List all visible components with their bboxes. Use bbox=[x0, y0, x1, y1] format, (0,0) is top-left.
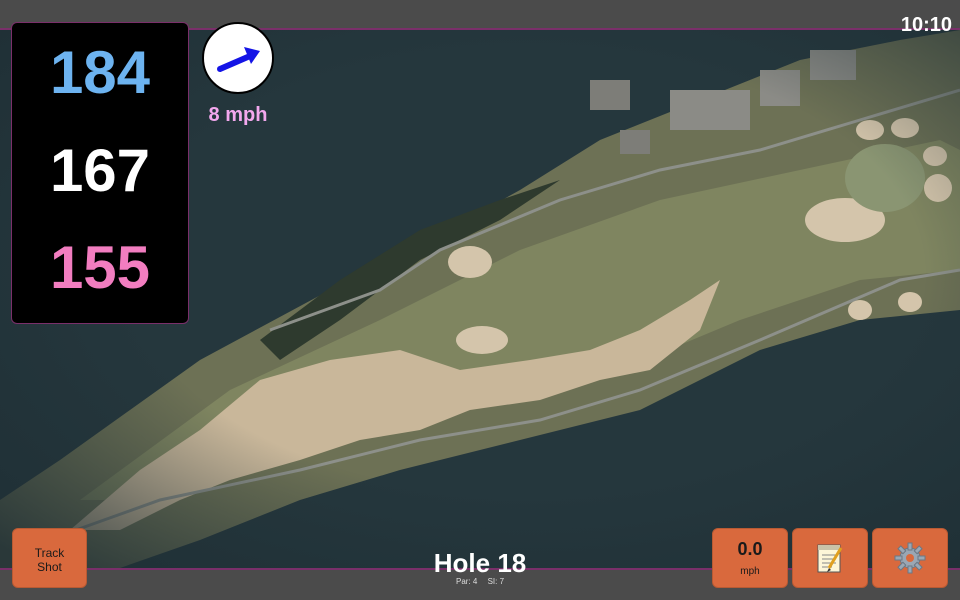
wind-speed: 8 mph bbox=[208, 104, 268, 126]
track-shot-label-line2: Shot bbox=[37, 560, 62, 574]
track-shot-button[interactable]: Track Shot bbox=[12, 528, 87, 588]
wind-arrow-icon bbox=[217, 47, 260, 72]
hole-title: Hole 18 bbox=[433, 548, 527, 578]
distance-panel: 184 167 155 bbox=[11, 22, 189, 324]
middle-distance: 167 bbox=[49, 137, 151, 204]
front-distance: 155 bbox=[49, 234, 151, 301]
notes-button[interactable] bbox=[792, 528, 868, 588]
clock: 10:10 bbox=[900, 14, 952, 36]
hole-info: Par: 4 SI: 7 bbox=[380, 577, 580, 586]
speed-value: 0.0 bbox=[737, 539, 763, 559]
gear-icon bbox=[894, 542, 926, 574]
speed-button[interactable]: 0.0 mph bbox=[712, 528, 788, 588]
wind-indicator bbox=[202, 22, 274, 94]
track-shot-label-line1: Track bbox=[34, 546, 65, 560]
settings-button[interactable] bbox=[872, 528, 948, 588]
speed-unit: mph bbox=[740, 566, 760, 577]
back-distance: 184 bbox=[49, 39, 151, 106]
hole-stroke-index: SI: 7 bbox=[487, 577, 505, 586]
hole-par: Par: 4 bbox=[455, 577, 478, 586]
notepad-icon bbox=[817, 544, 843, 573]
